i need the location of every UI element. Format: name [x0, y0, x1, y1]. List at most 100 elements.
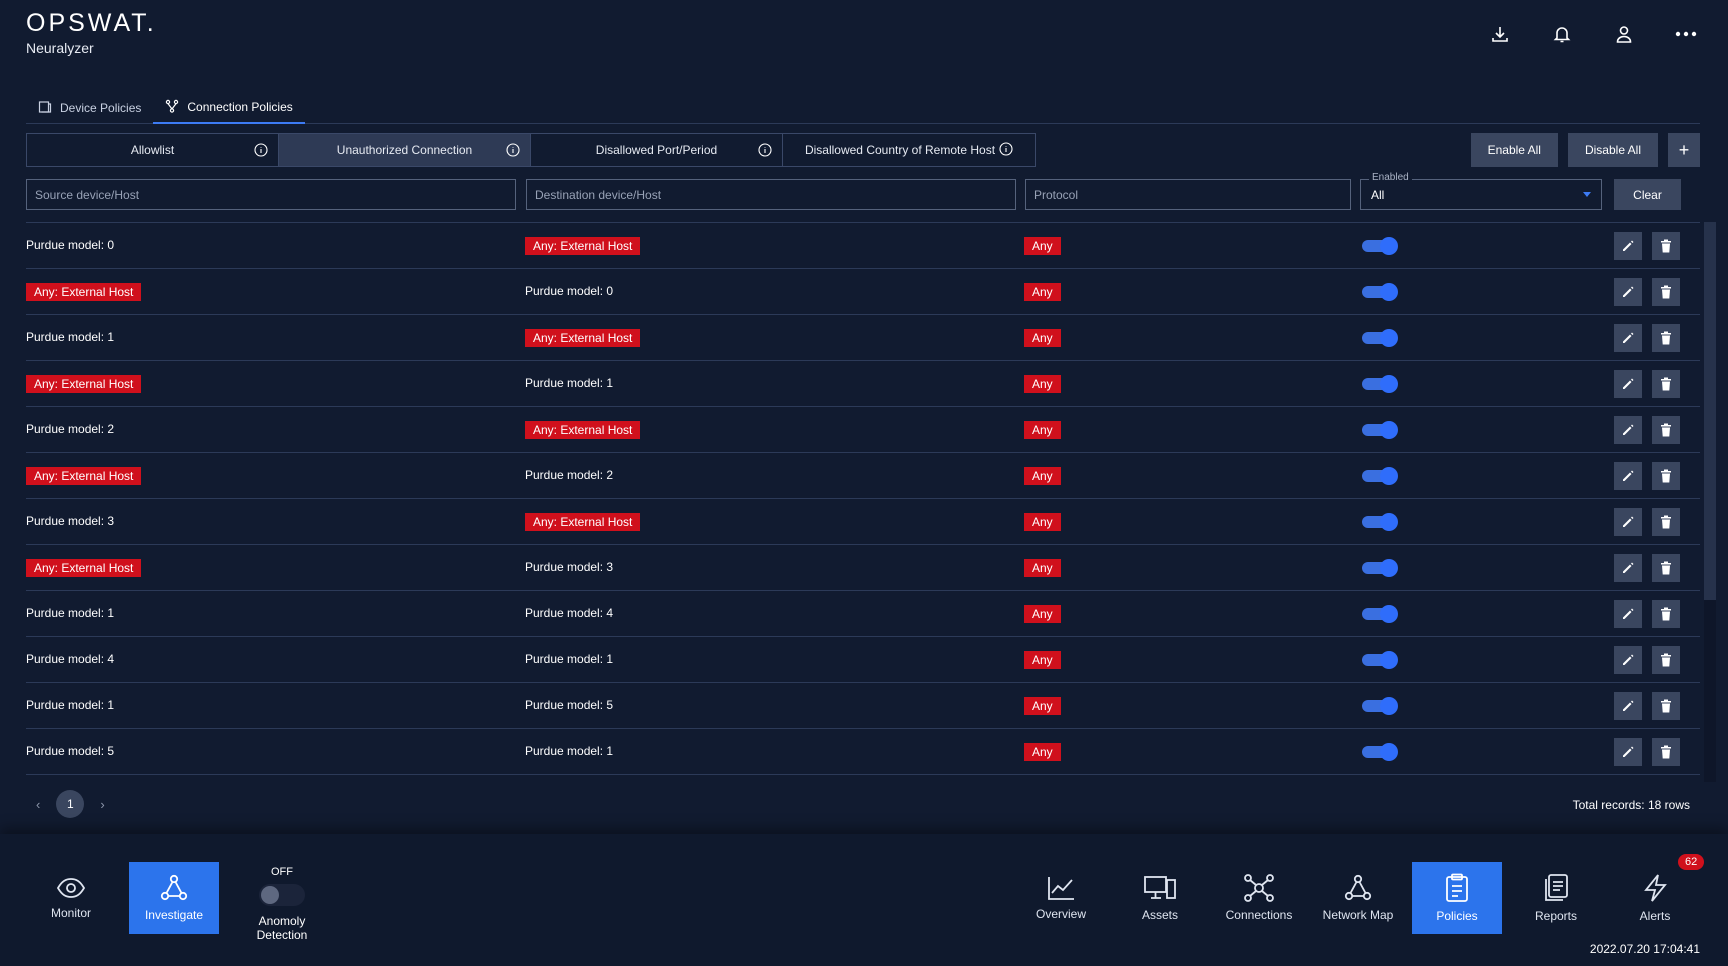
enabled-select[interactable]: Enabled All — [1360, 172, 1602, 210]
edit-button[interactable] — [1614, 692, 1642, 720]
protocol-filter-input[interactable] — [1025, 179, 1351, 210]
more-icon[interactable] — [1672, 20, 1700, 48]
enabled-toggle[interactable] — [1362, 282, 1398, 301]
top-toolbar — [1486, 20, 1700, 48]
enabled-toggle[interactable] — [1362, 650, 1398, 669]
page-number-button[interactable]: 1 — [56, 790, 85, 818]
edit-button[interactable] — [1614, 738, 1642, 766]
source-cell: Purdue model: 1 — [26, 606, 114, 620]
disable-all-button[interactable]: Disable All — [1567, 133, 1658, 167]
destination-filter-input[interactable] — [526, 179, 1016, 210]
edit-button[interactable] — [1614, 554, 1642, 582]
enabled-toggle[interactable] — [1362, 236, 1398, 255]
delete-button[interactable] — [1652, 232, 1680, 260]
delete-button[interactable] — [1652, 554, 1680, 582]
info-icon[interactable] — [999, 141, 1013, 159]
delete-button[interactable] — [1652, 600, 1680, 628]
edit-button[interactable] — [1614, 646, 1642, 674]
delete-button[interactable] — [1652, 646, 1680, 674]
delete-button[interactable] — [1652, 370, 1680, 398]
connection-icon — [165, 99, 179, 116]
subtab-disallowed-country[interactable]: Disallowed Country of Remote Host — [783, 134, 1035, 166]
prev-page-button[interactable]: ‹ — [36, 797, 40, 812]
delete-button[interactable] — [1652, 692, 1680, 720]
nav-overview[interactable]: Overview — [1016, 862, 1106, 934]
subtab-disallowed-port-period[interactable]: Disallowed Port/Period — [531, 134, 783, 166]
protocol-tag: Any — [1024, 513, 1061, 531]
tab-device-policies[interactable]: Device Policies — [26, 92, 153, 124]
edit-button[interactable] — [1614, 600, 1642, 628]
source-filter-input[interactable] — [26, 179, 516, 210]
enabled-toggle[interactable] — [1362, 696, 1398, 715]
source-cell: Purdue model: 1 — [26, 330, 114, 344]
enabled-toggle[interactable] — [1362, 742, 1398, 761]
delete-button[interactable] — [1652, 738, 1680, 766]
enabled-toggle[interactable] — [1362, 420, 1398, 439]
nav-investigate[interactable]: Investigate — [129, 862, 219, 934]
subtab-unauthorized-connection[interactable]: Unauthorized Connection — [279, 134, 531, 166]
source-cell: Purdue model: 1 — [26, 698, 114, 712]
edit-button[interactable] — [1614, 416, 1642, 444]
policies-icon — [1446, 873, 1468, 902]
connections-icon — [1244, 874, 1274, 902]
edit-button[interactable] — [1614, 370, 1642, 398]
protocol-cell: Any — [1024, 697, 1061, 715]
enabled-toggle[interactable] — [1362, 328, 1398, 347]
nav-connections[interactable]: Connections — [1214, 862, 1304, 934]
nav-assets[interactable]: Assets — [1115, 862, 1205, 934]
download-icon[interactable] — [1486, 20, 1514, 48]
edit-button[interactable] — [1614, 232, 1642, 260]
destination-tag: Any: External Host — [525, 329, 641, 347]
enabled-label: Enabled — [1369, 172, 1412, 183]
destination-text: Purdue model: 3 — [525, 560, 614, 574]
nav-monitor[interactable]: Monitor — [26, 862, 116, 934]
enabled-toggle[interactable] — [1362, 604, 1398, 623]
info-icon[interactable] — [254, 143, 268, 160]
user-icon[interactable] — [1610, 20, 1638, 48]
nav-reports[interactable]: Reports — [1511, 862, 1601, 934]
policy-actions: Enable All Disable All + — [1470, 133, 1700, 167]
toggle-knob — [1380, 467, 1398, 485]
delete-button[interactable] — [1652, 278, 1680, 306]
delete-button[interactable] — [1652, 462, 1680, 490]
network-map-icon — [1344, 874, 1372, 901]
next-page-button[interactable]: › — [100, 797, 104, 812]
toggle-knob — [1380, 605, 1398, 623]
delete-button[interactable] — [1652, 416, 1680, 444]
pencil-icon — [1623, 516, 1634, 527]
bell-icon[interactable] — [1548, 20, 1576, 48]
info-icon[interactable] — [758, 143, 772, 160]
tab-connection-policies[interactable]: Connection Policies — [153, 92, 305, 124]
table-scrollbar[interactable] — [1704, 222, 1716, 782]
clear-filters-button[interactable]: Clear — [1614, 179, 1681, 210]
edit-button[interactable] — [1614, 462, 1642, 490]
pencil-icon — [1623, 470, 1634, 481]
nav-policies[interactable]: Policies — [1412, 862, 1502, 934]
add-policy-button[interactable]: + — [1668, 133, 1700, 167]
nav-alerts[interactable]: Alerts — [1610, 862, 1700, 934]
protocol-cell: Any — [1024, 375, 1061, 393]
nav-network-map[interactable]: Network Map — [1313, 862, 1403, 934]
enabled-toggle[interactable] — [1362, 374, 1398, 393]
enable-all-button[interactable]: Enable All — [1470, 133, 1558, 167]
delete-button[interactable] — [1652, 508, 1680, 536]
delete-button[interactable] — [1652, 324, 1680, 352]
subtab-allowlist[interactable]: Allowlist — [27, 134, 279, 166]
toggle-knob — [1380, 375, 1398, 393]
destination-text: Purdue model: 5 — [525, 698, 614, 712]
enabled-toggle[interactable] — [1362, 512, 1398, 531]
edit-button[interactable] — [1614, 324, 1642, 352]
opswat-logo: OPSWAT. — [26, 9, 157, 37]
enabled-toggle[interactable] — [1362, 466, 1398, 485]
investigate-icon — [160, 874, 188, 901]
scrollbar-thumb[interactable] — [1704, 222, 1716, 600]
source-cell: Purdue model: 3 — [26, 514, 114, 528]
edit-button[interactable] — [1614, 508, 1642, 536]
enabled-toggle[interactable] — [1362, 558, 1398, 577]
pencil-icon — [1623, 332, 1634, 343]
anomaly-toggle[interactable] — [259, 884, 305, 906]
edit-button[interactable] — [1614, 278, 1642, 306]
tab-label: Connection Policies — [187, 100, 293, 114]
info-icon[interactable] — [506, 143, 520, 160]
subtab-label: Disallowed Port/Period — [595, 143, 718, 157]
